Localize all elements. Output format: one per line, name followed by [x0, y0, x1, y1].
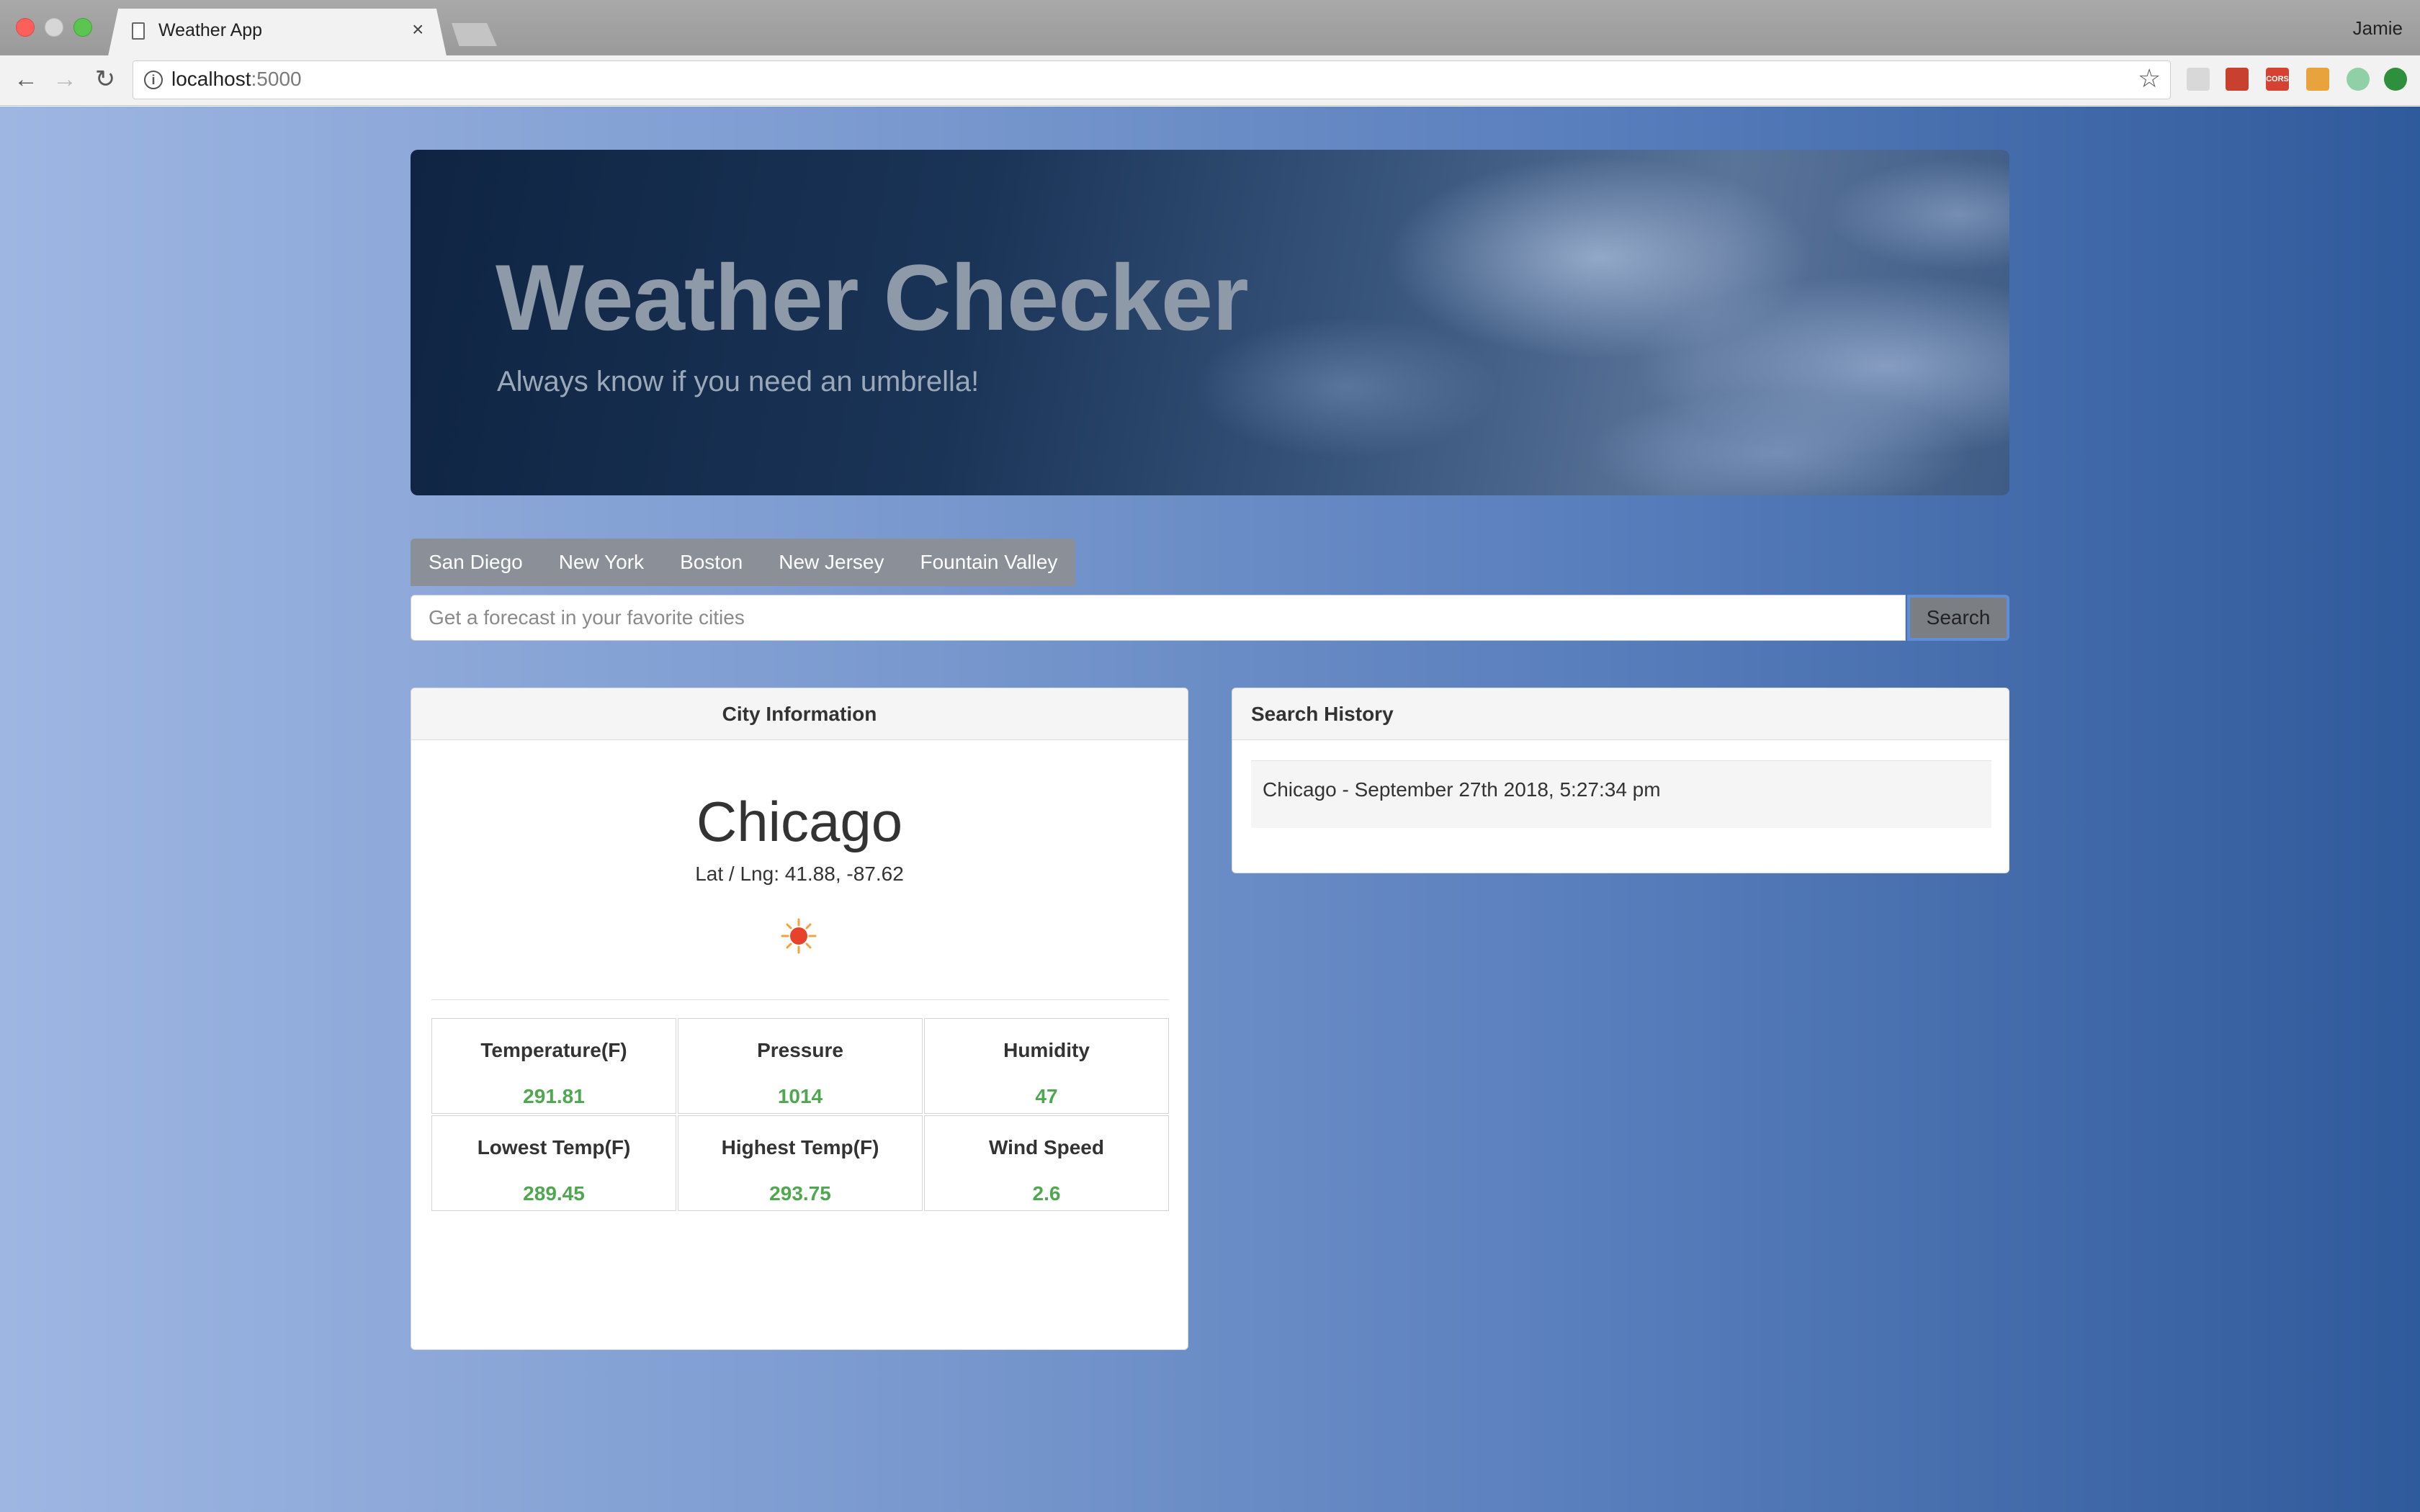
- stat-pressure: Pressure 1014: [678, 1018, 923, 1114]
- stat-wind-speed: Wind Speed 2.6: [924, 1115, 1169, 1211]
- search-history-panel: Search History Chicago - September 27th …: [1232, 688, 2009, 873]
- cors-extension-icon[interactable]: CORS: [2266, 68, 2289, 91]
- stat-value: 1014: [777, 1085, 823, 1107]
- lat-lng: Lat / Lng: 41.88, -87.62: [695, 863, 904, 885]
- search-button[interactable]: Search: [1907, 595, 2009, 641]
- panel-heading: Search History: [1232, 688, 2009, 740]
- url-port: :5000: [251, 68, 302, 90]
- stat-label: Highest Temp(F): [721, 1136, 879, 1158]
- stat-label: Humidity: [1003, 1039, 1090, 1061]
- window-close-button[interactable]: [16, 18, 35, 37]
- stat-highest-temp: Highest Temp(F) 293.75: [678, 1115, 923, 1211]
- page-subtitle: Always know if you need an umbrella!: [497, 366, 980, 397]
- url-host: localhost: [171, 68, 251, 90]
- stat-value: 47: [1035, 1085, 1058, 1107]
- history-item[interactable]: Chicago - September 27th 2018, 5:27:34 p…: [1251, 760, 1991, 828]
- stat-humidity: Humidity 47: [924, 1018, 1169, 1114]
- stat-value: 293.75: [769, 1182, 831, 1205]
- city-tabs: San Diego New York Boston New Jersey Fou…: [411, 539, 1076, 586]
- search-input[interactable]: [411, 595, 1906, 641]
- page-background: Weather Checker Always know if you need …: [0, 107, 2420, 1512]
- page-title: Weather Checker: [496, 245, 1249, 350]
- stat-label: Pressure: [757, 1039, 843, 1061]
- stat-value: 291.81: [523, 1085, 585, 1107]
- city-tab-fountain-valley[interactable]: Fountain Valley: [902, 539, 1076, 586]
- stat-temperature: Temperature(F) 291.81: [431, 1018, 676, 1114]
- window-zoom-button[interactable]: [73, 18, 92, 37]
- extension-icon[interactable]: [2347, 68, 2370, 91]
- extension-icon[interactable]: [2226, 68, 2249, 91]
- info-icon[interactable]: i: [144, 71, 163, 89]
- city-name: Chicago: [696, 790, 903, 853]
- extension-icon[interactable]: [2306, 68, 2329, 91]
- city-information-panel: City Information Chicago Lat / Lng: 41.8…: [411, 688, 1188, 1350]
- tab-title: Weather App: [158, 20, 263, 40]
- window-minimize-button[interactable]: [45, 18, 63, 37]
- extension-icon[interactable]: [2384, 68, 2407, 91]
- stat-label: Wind Speed: [989, 1136, 1104, 1158]
- extension-icon[interactable]: [2187, 68, 2210, 91]
- city-tab-new-jersey[interactable]: New Jersey: [761, 539, 902, 586]
- header-banner: Weather Checker Always know if you need …: [411, 150, 2009, 495]
- stat-value: 289.45: [523, 1182, 585, 1205]
- weather-stats-grid: Temperature(F) 291.81 Pressure 1014 Humi…: [431, 1018, 1169, 1211]
- sun-icon: [781, 918, 817, 954]
- star-icon[interactable]: ☆: [2138, 63, 2161, 94]
- stat-label: Lowest Temp(F): [477, 1136, 631, 1158]
- stat-lowest-temp: Lowest Temp(F) 289.45: [431, 1115, 676, 1211]
- stat-value: 2.6: [1032, 1182, 1061, 1205]
- city-tab-san-diego[interactable]: San Diego: [411, 539, 541, 586]
- reload-icon[interactable]: ↻: [91, 63, 120, 95]
- city-tab-new-york[interactable]: New York: [540, 539, 663, 586]
- city-tab-boston[interactable]: Boston: [662, 539, 761, 586]
- address-bar[interactable]: [133, 60, 2171, 99]
- divider: [431, 999, 1169, 1000]
- document-icon: [132, 22, 145, 40]
- panel-heading: City Information: [411, 688, 1188, 740]
- forward-arrow-icon[interactable]: →: [50, 63, 79, 95]
- back-arrow-icon[interactable]: ←: [12, 63, 40, 95]
- tab-close-icon[interactable]: ×: [412, 19, 424, 40]
- profile-name[interactable]: Jamie: [2353, 17, 2403, 40]
- stat-label: Temperature(F): [480, 1039, 627, 1061]
- url-text[interactable]: localhost:5000: [171, 68, 302, 91]
